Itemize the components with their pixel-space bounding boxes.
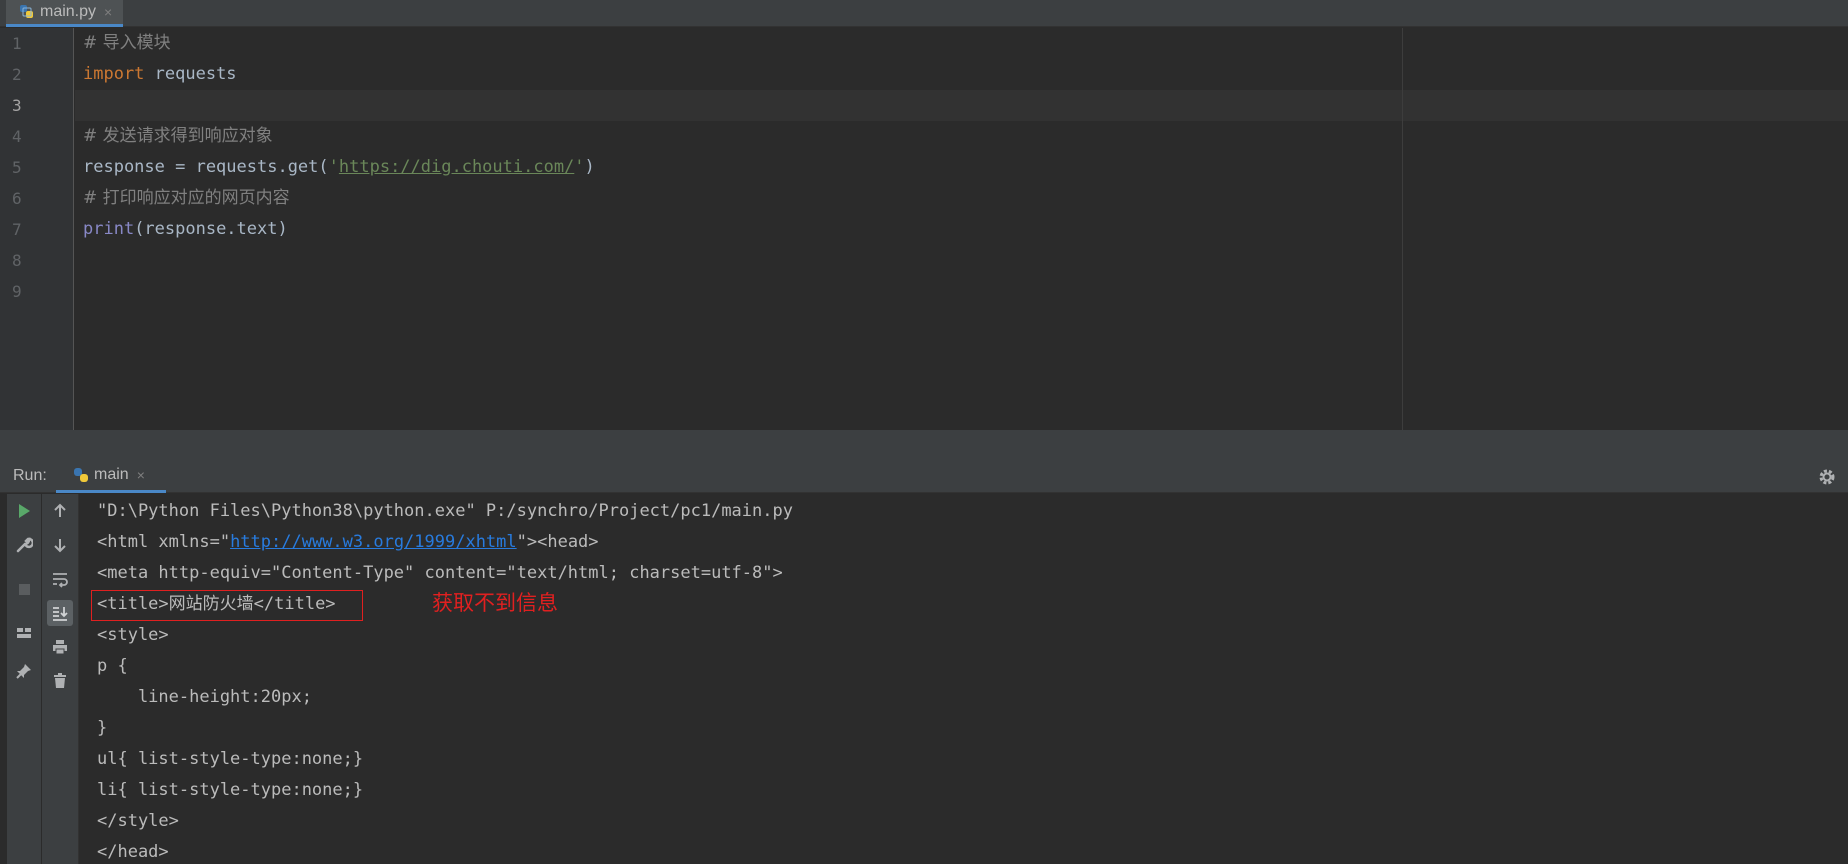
line-number-gutter: 1 2 3 4 5 6 7 8 9 — [0, 28, 74, 430]
pin-tab-button[interactable] — [11, 658, 37, 684]
gear-icon[interactable] — [1816, 466, 1838, 488]
arrow-up-icon — [54, 503, 66, 517]
run-panel-header: Run: main × — [0, 460, 1848, 493]
code-line-2: import requests — [83, 59, 237, 90]
rerun-button[interactable] — [11, 498, 37, 524]
code-line-6: # 打印响应对应的网页内容 — [83, 183, 290, 214]
console-link[interactable]: http://www.w3.org/1999/xhtml — [230, 532, 517, 552]
keyword-import: import — [83, 64, 145, 84]
console-line: </style> — [97, 811, 179, 831]
code-line-7: print(response.text) — [83, 214, 288, 245]
line-number: 7 — [12, 220, 22, 239]
string-quote: ' — [574, 157, 585, 177]
console-line: p { — [97, 656, 128, 676]
line-number: 1 — [12, 34, 22, 53]
code-text: response = requests.get( — [83, 157, 329, 177]
editor-tab-bar: main.py × — [0, 0, 1848, 27]
clear-all-button[interactable] — [47, 668, 73, 694]
line-number: 4 — [12, 127, 22, 146]
string-url-link[interactable]: https://dig.chouti.com/ — [339, 157, 574, 177]
console-line: line-height:20px; — [97, 687, 312, 707]
scroll-down-button[interactable] — [47, 532, 73, 558]
printer-icon — [53, 640, 67, 655]
python-file-icon — [20, 5, 33, 18]
scroll-to-end-icon — [53, 607, 68, 621]
line-number: 6 — [12, 189, 22, 208]
code-text: ) — [584, 157, 595, 177]
tab-label: main.py — [40, 3, 97, 20]
stop-button[interactable] — [11, 576, 37, 602]
console-line: } — [97, 718, 108, 738]
soft-wrap-button[interactable] — [47, 566, 73, 592]
line-number: 8 — [12, 251, 22, 270]
console-line: li{ list-style-type:none;} — [97, 780, 364, 800]
string-quote: ' — [328, 157, 339, 177]
line-number: 3 — [12, 96, 22, 115]
console-line: <html xmlns="http://www.w3.org/1999/xhtm… — [97, 527, 599, 558]
code-line-5: response = requests.get('https://dig.cho… — [83, 152, 595, 183]
run-tab-label: main — [94, 466, 129, 483]
line-number: 9 — [12, 282, 22, 301]
current-line-highlight — [75, 90, 1848, 121]
builtin-print: print — [83, 219, 135, 239]
run-console-output[interactable]: "D:\Python Files\Python38\python.exe" P:… — [80, 494, 1848, 864]
wrench-icon — [16, 536, 33, 553]
edit-configuration-button[interactable] — [11, 532, 37, 558]
tab-main-py[interactable]: main.py × — [6, 0, 123, 27]
run-label: Run: — [13, 467, 47, 484]
code-editor[interactable]: 1 2 3 4 5 6 7 8 9 # 导入模块 import requests… — [0, 28, 1848, 430]
run-toolbar-right — [42, 494, 79, 864]
console-text: "><head> — [516, 532, 599, 552]
layout-icon — [17, 628, 31, 638]
line-number: 2 — [12, 65, 22, 84]
comment: # 发送请求得到响应对象 — [83, 126, 273, 146]
right-margin-guide — [1402, 28, 1403, 430]
annotation-text: 获取不到信息 — [432, 591, 558, 615]
scroll-up-button[interactable] — [47, 498, 73, 524]
console-line: </head> — [97, 842, 169, 862]
play-icon — [19, 504, 30, 518]
code-line-1: # 导入模块 — [83, 28, 171, 59]
console-line: "D:\Python Files\Python38\python.exe" P:… — [97, 501, 793, 521]
console-line: <meta http-equiv="Content-Type" content=… — [97, 563, 783, 583]
close-tab-icon[interactable]: × — [104, 4, 112, 20]
soft-wrap-icon — [53, 573, 68, 588]
panel-splitter[interactable] — [0, 430, 1848, 460]
run-tab-main[interactable]: main × — [56, 460, 166, 493]
print-button[interactable] — [47, 634, 73, 660]
code-line-4: # 发送请求得到响应对象 — [83, 121, 273, 152]
line-number: 5 — [12, 158, 22, 177]
comment: # 打印响应对应的网页内容 — [83, 188, 290, 208]
run-toolbar-left — [7, 494, 41, 864]
layout-button[interactable] — [11, 620, 37, 646]
console-line: <style> — [97, 625, 169, 645]
close-run-tab-icon[interactable]: × — [137, 467, 145, 483]
pin-icon — [16, 664, 31, 679]
console-line: ul{ list-style-type:none;} — [97, 749, 364, 769]
scroll-to-end-button[interactable] — [47, 600, 73, 626]
stop-icon — [19, 584, 30, 595]
trash-icon — [54, 673, 66, 688]
console-text: <html xmlns=" — [97, 532, 231, 552]
arrow-down-icon — [54, 539, 66, 553]
annotation-highlight-box — [91, 590, 363, 621]
code-text: requests — [144, 64, 237, 84]
comment: # 导入模块 — [83, 33, 171, 53]
python-run-config-icon — [74, 468, 88, 482]
code-text: (response.text) — [134, 219, 288, 239]
